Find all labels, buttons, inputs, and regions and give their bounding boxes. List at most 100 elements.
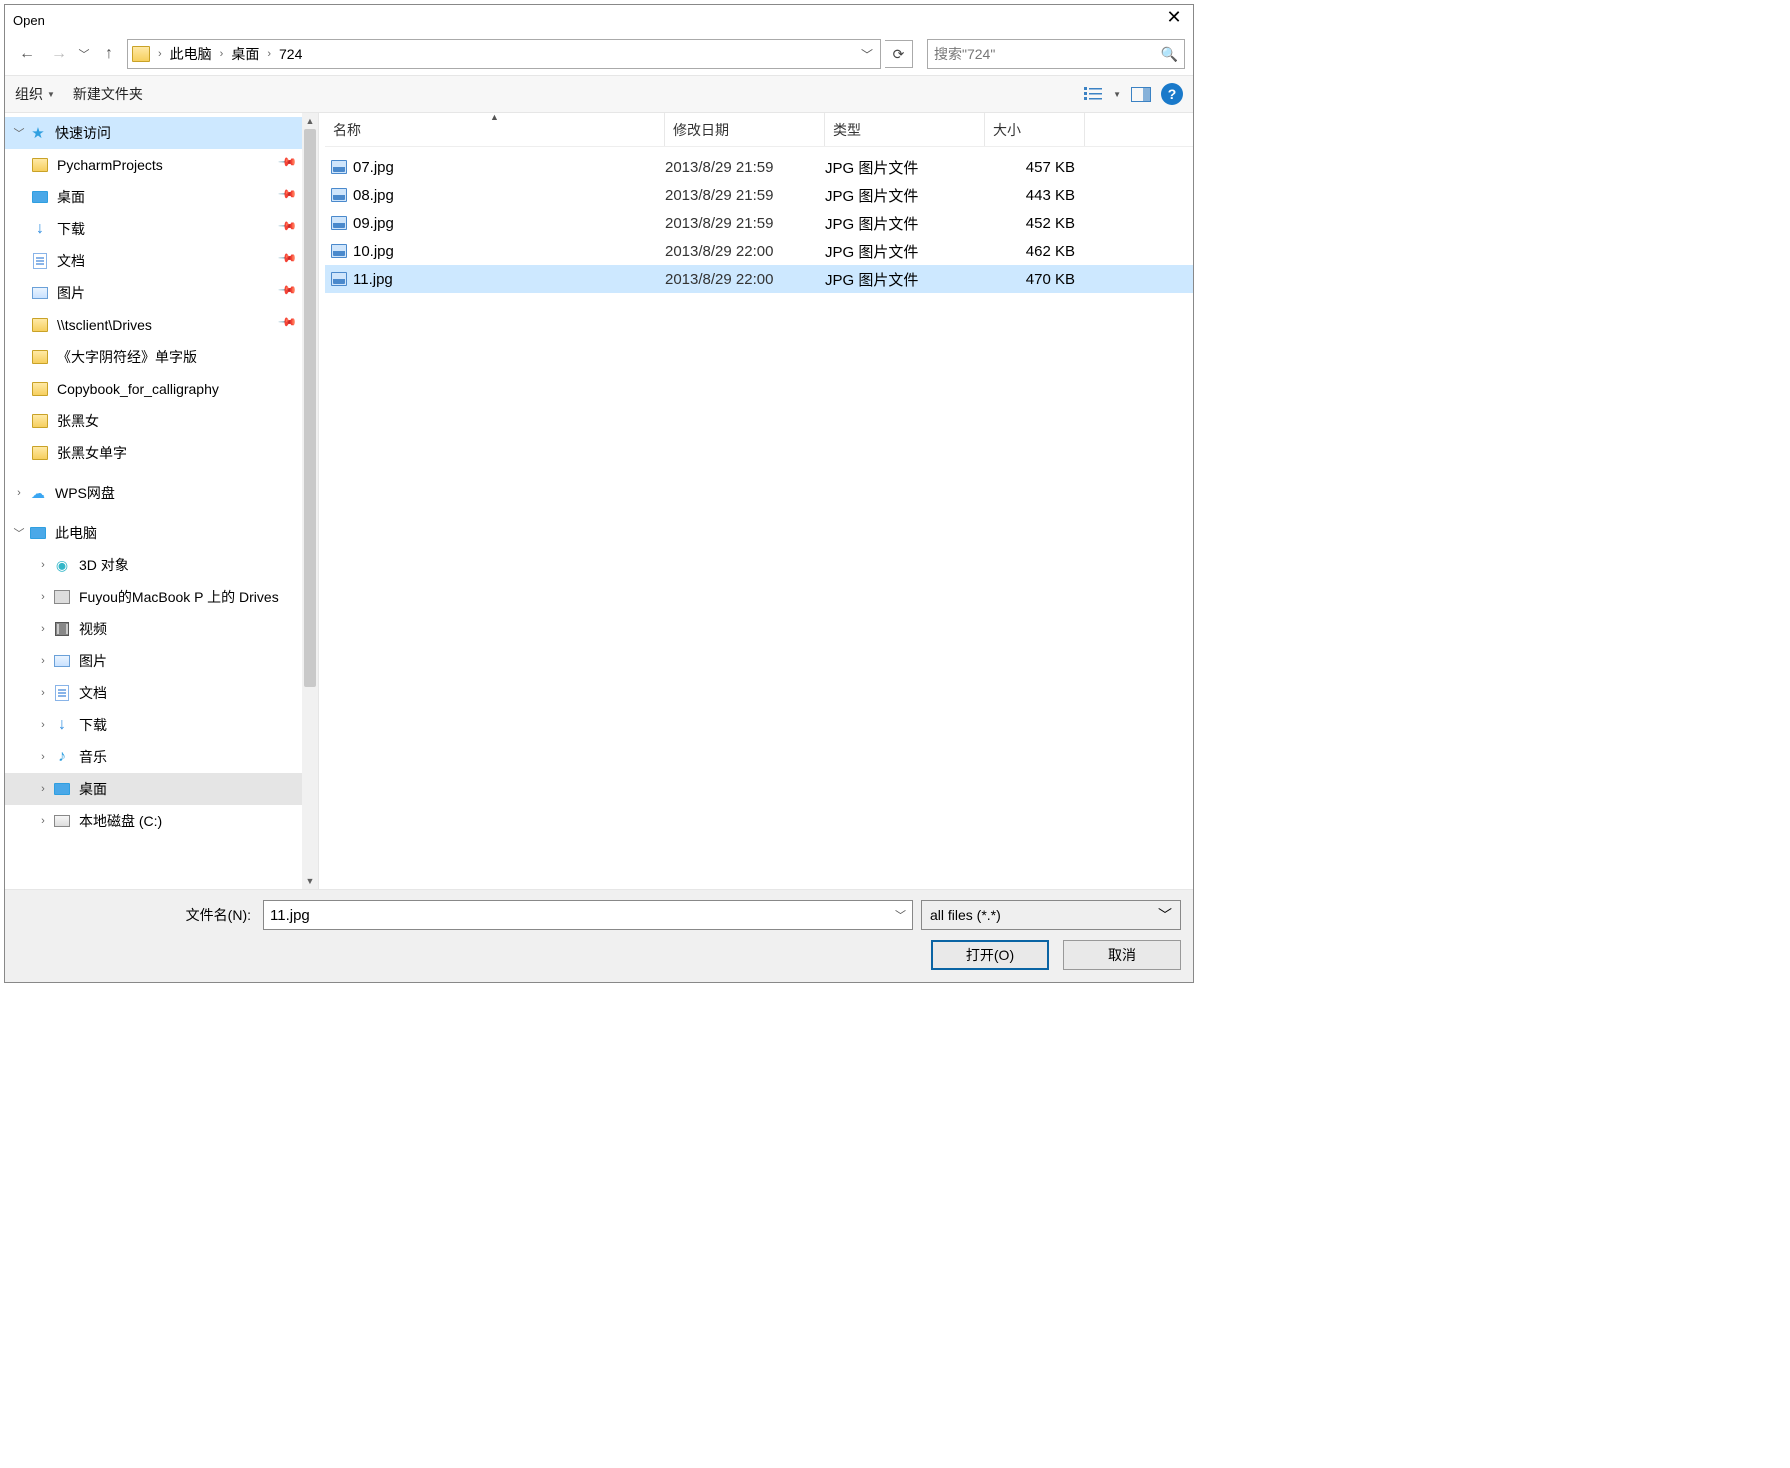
new-folder-button[interactable]: 新建文件夹 bbox=[73, 84, 143, 104]
tree-desktop2[interactable]: › 桌面 bbox=[5, 773, 302, 805]
column-size[interactable]: 大小 bbox=[985, 113, 1085, 146]
column-name[interactable]: ▲ 名称 bbox=[325, 113, 665, 146]
refresh-button[interactable]: ⟳ bbox=[885, 40, 913, 68]
tree-copybook[interactable]: Copybook_for_calligraphy bbox=[5, 373, 302, 405]
column-headers: ▲ 名称 修改日期 类型 大小 bbox=[325, 113, 1193, 147]
dialog-body: ﹀ ★ 快速访问 PycharmProjects 📌 桌面 📌 bbox=[5, 113, 1193, 890]
filename-label: 文件名(N): bbox=[17, 905, 255, 925]
tree-label: WPS网盘 bbox=[55, 483, 302, 503]
sidebar-scrollbar[interactable]: ▲ ▼ bbox=[302, 113, 318, 889]
chevron-down-icon[interactable]: ﹀ bbox=[1158, 905, 1172, 925]
chevron-down-icon[interactable]: ﹀ bbox=[895, 907, 906, 923]
forward-button[interactable]: → bbox=[45, 40, 73, 68]
tree-downloads[interactable]: ↓ 下载 📌 bbox=[5, 213, 302, 245]
chevron-down-icon[interactable]: ﹀ bbox=[11, 125, 27, 141]
cancel-button-label: 取消 bbox=[1108, 945, 1136, 965]
filename-input[interactable]: 11.jpg ﹀ bbox=[263, 900, 913, 930]
up-button[interactable]: ↑ bbox=[95, 40, 123, 68]
tree-desktop[interactable]: 桌面 📌 bbox=[5, 181, 302, 213]
address-dropdown-icon[interactable]: ﹀ bbox=[858, 46, 876, 63]
chevron-right-icon: › bbox=[265, 48, 273, 60]
tree-diskc[interactable]: › 本地磁盘 (C:) bbox=[5, 805, 302, 837]
tree-3d[interactable]: › ◉ 3D 对象 bbox=[5, 549, 302, 581]
file-row[interactable]: 11.jpg2013/8/29 22:00JPG 图片文件470 KB bbox=[325, 265, 1193, 293]
tree-music[interactable]: › ♪ 音乐 bbox=[5, 741, 302, 773]
chevron-right-icon[interactable]: › bbox=[35, 559, 51, 571]
tree-videos[interactable]: › 视频 bbox=[5, 613, 302, 645]
chevron-right-icon[interactable]: › bbox=[35, 687, 51, 699]
search-input[interactable]: 搜索"724" 🔍 bbox=[927, 39, 1185, 69]
3d-icon: ◉ bbox=[53, 557, 71, 573]
filetype-filter[interactable]: all files (*.*) ﹀ bbox=[921, 900, 1181, 930]
chevron-right-icon[interactable]: › bbox=[11, 487, 27, 499]
tree-documents2[interactable]: › 文档 bbox=[5, 677, 302, 709]
computer-icon bbox=[30, 527, 46, 539]
cancel-button[interactable]: 取消 bbox=[1063, 940, 1181, 970]
search-icon: 🔍 bbox=[1161, 46, 1178, 63]
chevron-down-icon[interactable]: ▼ bbox=[1113, 90, 1121, 99]
documents-icon bbox=[33, 253, 47, 269]
column-date[interactable]: 修改日期 bbox=[665, 113, 825, 146]
scrollbar-track[interactable] bbox=[302, 129, 318, 873]
chevron-right-icon[interactable]: › bbox=[35, 719, 51, 731]
file-size: 470 KB bbox=[985, 271, 1085, 288]
tree-label: 3D 对象 bbox=[79, 555, 302, 575]
view-options-button[interactable] bbox=[1083, 85, 1103, 103]
tree-quick-access[interactable]: ﹀ ★ 快速访问 bbox=[5, 117, 302, 149]
help-icon[interactable]: ? bbox=[1161, 83, 1183, 105]
file-row[interactable]: 09.jpg2013/8/29 21:59JPG 图片文件452 KB bbox=[325, 209, 1193, 237]
tree-label: 张黑女 bbox=[57, 411, 302, 431]
preview-pane-button[interactable] bbox=[1131, 85, 1151, 103]
scrollbar-thumb[interactable] bbox=[304, 129, 316, 687]
folder-icon bbox=[32, 350, 48, 364]
tree-thispc[interactable]: ﹀ 此电脑 bbox=[5, 517, 302, 549]
file-row[interactable]: 08.jpg2013/8/29 21:59JPG 图片文件443 KB bbox=[325, 181, 1193, 209]
chevron-right-icon[interactable]: › bbox=[35, 591, 51, 603]
tree-tsclient[interactable]: \\tsclient\Drives 📌 bbox=[5, 309, 302, 341]
disk-icon bbox=[54, 815, 70, 827]
cloud-icon: ☁ bbox=[29, 485, 47, 501]
chevron-right-icon[interactable]: › bbox=[35, 623, 51, 635]
dialog-footer: 文件名(N): 11.jpg ﹀ all files (*.*) ﹀ 打开(O)… bbox=[5, 890, 1193, 982]
tree-pictures[interactable]: 图片 📌 bbox=[5, 277, 302, 309]
history-dropdown[interactable]: ﹀ bbox=[77, 46, 91, 62]
tree-pictures2[interactable]: › 图片 bbox=[5, 645, 302, 677]
tree-zhang1[interactable]: 张黑女 bbox=[5, 405, 302, 437]
scroll-up-icon[interactable]: ▲ bbox=[302, 113, 318, 129]
image-file-icon bbox=[331, 272, 347, 286]
chevron-right-icon: › bbox=[156, 48, 164, 60]
tree-pycharm[interactable]: PycharmProjects 📌 bbox=[5, 149, 302, 181]
back-button[interactable]: ← bbox=[13, 40, 41, 68]
breadcrumb-folder[interactable]: 724 bbox=[279, 46, 302, 62]
chevron-right-icon[interactable]: › bbox=[35, 655, 51, 667]
file-row[interactable]: 10.jpg2013/8/29 22:00JPG 图片文件462 KB bbox=[325, 237, 1193, 265]
tree-label: Fuyou的MacBook P 上的 Drives bbox=[79, 587, 302, 607]
new-folder-label: 新建文件夹 bbox=[73, 84, 143, 104]
column-type[interactable]: 类型 bbox=[825, 113, 985, 146]
breadcrumb-desktop[interactable]: 桌面 bbox=[231, 44, 259, 64]
tree-zhang2[interactable]: 张黑女单字 bbox=[5, 437, 302, 469]
folder-icon bbox=[32, 382, 48, 396]
file-name: 10.jpg bbox=[353, 243, 394, 260]
tree-wps[interactable]: › ☁ WPS网盘 bbox=[5, 477, 302, 509]
organize-menu[interactable]: 组织 ▼ bbox=[15, 84, 55, 104]
breadcrumb-thispc[interactable]: 此电脑 bbox=[170, 44, 212, 64]
tree-label: 下载 bbox=[57, 219, 277, 239]
chevron-right-icon[interactable]: › bbox=[35, 783, 51, 795]
tree-downloads2[interactable]: › ↓ 下载 bbox=[5, 709, 302, 741]
scroll-down-icon[interactable]: ▼ bbox=[302, 873, 318, 889]
column-size-label: 大小 bbox=[993, 120, 1021, 140]
close-icon[interactable]: ✕ bbox=[1165, 8, 1183, 26]
chevron-right-icon[interactable]: › bbox=[35, 751, 51, 763]
tree-book1[interactable]: 《大字阴符经》单字版 bbox=[5, 341, 302, 373]
music-icon: ♪ bbox=[53, 749, 71, 765]
address-bar[interactable]: › 此电脑 › 桌面 › 724 ﹀ bbox=[127, 39, 881, 69]
chevron-down-icon[interactable]: ﹀ bbox=[11, 525, 27, 541]
open-button[interactable]: 打开(O) bbox=[931, 940, 1049, 970]
file-row[interactable]: 07.jpg2013/8/29 21:59JPG 图片文件457 KB bbox=[325, 153, 1193, 181]
tree-documents[interactable]: 文档 📌 bbox=[5, 245, 302, 277]
chevron-right-icon[interactable]: › bbox=[35, 815, 51, 827]
window-title: Open bbox=[13, 13, 45, 28]
tree-macdrives[interactable]: › Fuyou的MacBook P 上的 Drives bbox=[5, 581, 302, 613]
tree-label: 《大字阴符经》单字版 bbox=[57, 347, 302, 367]
